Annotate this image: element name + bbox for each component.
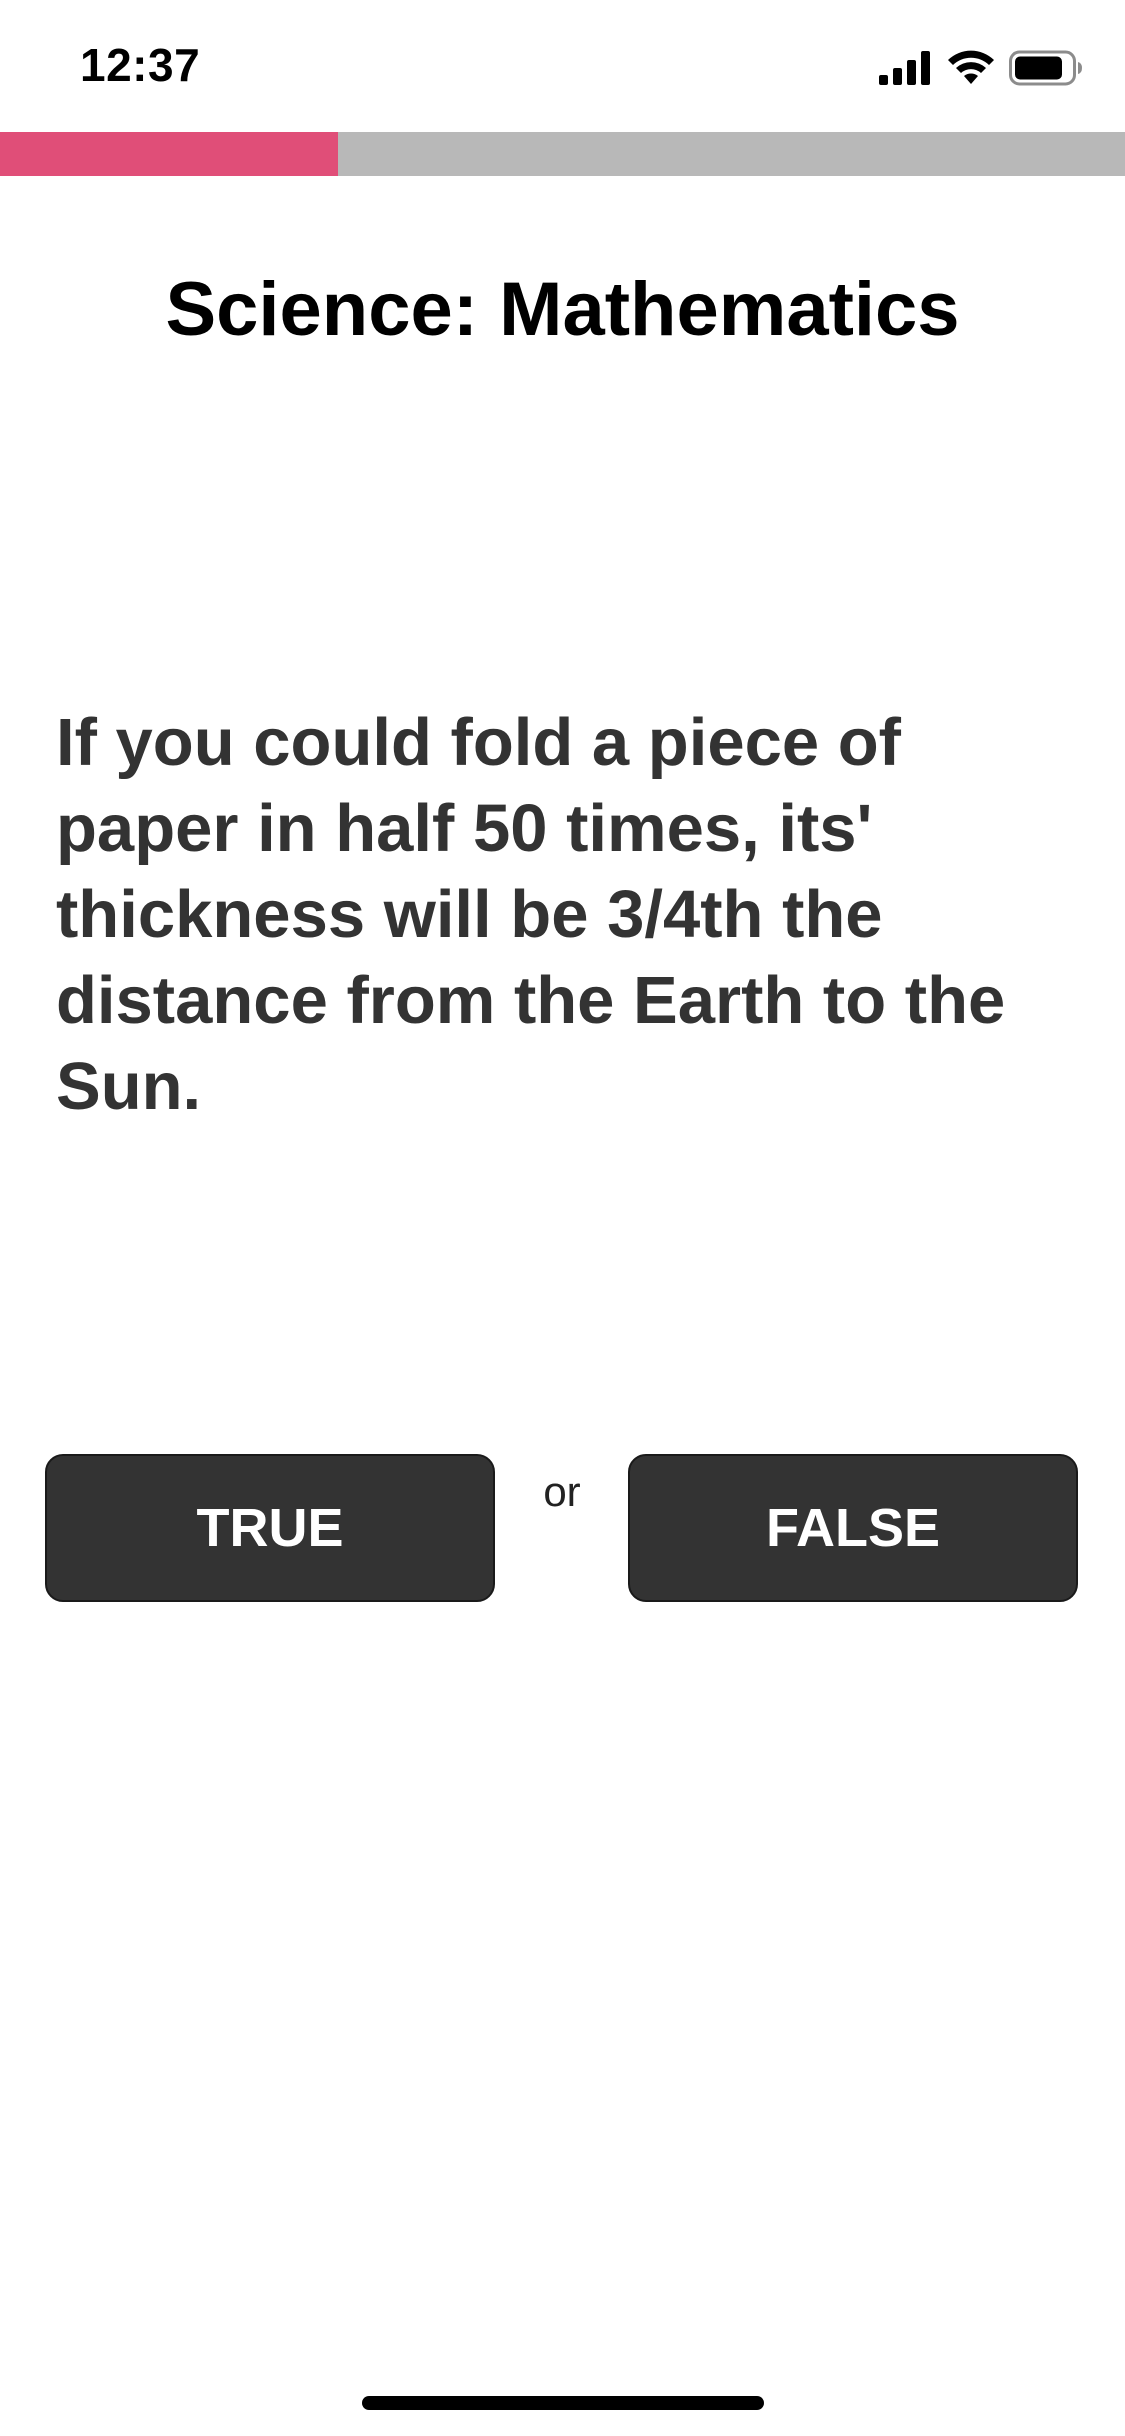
or-separator: or <box>543 1468 581 1515</box>
false-button[interactable]: FALSE <box>628 1454 1078 1602</box>
status-icons <box>879 48 1083 88</box>
battery-icon <box>1009 50 1082 86</box>
status-bar: 12:37 <box>0 0 1125 132</box>
quiz-progress-fill <box>0 132 338 176</box>
true-button[interactable]: TRUE <box>45 1454 495 1602</box>
wifi-icon <box>948 50 994 84</box>
status-time: 12:37 <box>80 39 201 91</box>
question-text: If you could fold a piece of paper in ha… <box>56 705 1006 1124</box>
quiz-progress-bar <box>0 132 1125 176</box>
home-indicator[interactable] <box>362 2396 764 2410</box>
category-title: Science: Mathematics <box>165 267 960 352</box>
signal-icon <box>879 51 930 85</box>
